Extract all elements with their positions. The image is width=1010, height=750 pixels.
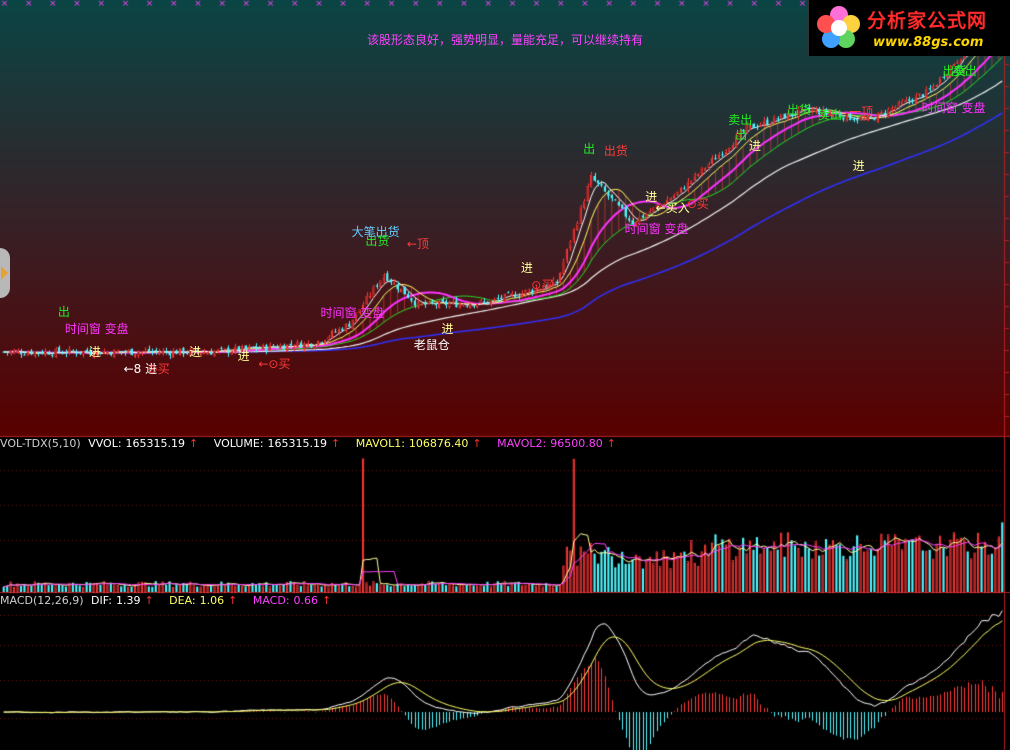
signal-label: ⊙买 <box>147 361 170 376</box>
dif-arrow-icon: ↑ <box>144 594 154 607</box>
signal-label: 时间窗 变盘 <box>624 222 689 237</box>
site-logo: 分析家公式网 www.88gs.com <box>808 0 1010 56</box>
signal-label: ←⊙买 <box>258 356 291 371</box>
vvol-arrow-icon: ↑ <box>189 437 199 450</box>
macd-arrow-icon: ↑ <box>322 594 332 607</box>
mavol2-label: MAVOL2: <box>497 437 547 450</box>
signal-label: 进 <box>520 261 533 276</box>
signal-label: ⊙买 <box>531 277 554 292</box>
signal-label: 出 <box>583 142 596 157</box>
dea-arrow-icon: ↑ <box>228 594 238 607</box>
vvol-label: VVOL: <box>88 437 122 450</box>
expand-panel-handle[interactable] <box>0 248 10 298</box>
vol-indicator-name: VOL-TDX(5,10) <box>0 437 81 450</box>
signal-label: 时间窗 变盘 <box>921 100 986 115</box>
signal-label: 出 <box>735 127 748 142</box>
mavol2-value: 96500.80 <box>550 437 603 450</box>
signal-label: 出货 <box>603 144 628 159</box>
signal-label: 出货 <box>365 234 390 249</box>
signal-label: 出 <box>57 304 70 319</box>
dif-label: DIF: <box>91 594 112 607</box>
signal-label: 进 <box>441 322 454 337</box>
signal-label: 一顶 <box>849 104 874 119</box>
volume-value: 165315.19 <box>267 437 328 450</box>
signal-label: ←买入 <box>655 200 690 215</box>
signal-label: 进 <box>89 344 102 359</box>
volume-header: VOL-TDX(5,10) VVOL: 165315.19 ↑ VOLUME: 165… <box>0 437 628 451</box>
logo-url: www.88gs.com <box>873 35 984 50</box>
dif-value: 1.39 <box>115 594 141 607</box>
signal-label: 卖出 <box>952 64 977 78</box>
signal-label: 进 <box>852 159 865 174</box>
mavol1-value: 106876.40 <box>408 437 469 450</box>
macd-value: 0.66 <box>293 594 319 607</box>
signal-label: 老鼠仓 <box>413 337 450 352</box>
mavol2-arrow-icon: ↑ <box>606 437 616 450</box>
macd-indicator-name: MACD(12,26,9) <box>0 594 84 607</box>
signal-label: 时间窗 变盘 <box>64 322 129 337</box>
signal-label: 出货 <box>786 102 811 117</box>
flower-icon <box>817 6 860 48</box>
mavol1-arrow-icon: ↑ <box>472 437 482 450</box>
volume-label: VOLUME: <box>213 437 264 450</box>
dea-value: 1.06 <box>199 594 225 607</box>
signal-label: 进 <box>189 344 202 359</box>
dea-label: DEA: <box>169 594 196 607</box>
macd-header: MACD(12,26,9) DIF: 1.39 ↑ DEA: 1.06 ↑ MACD: 0… <box>0 594 343 608</box>
macd-label: MACD: <box>252 594 290 607</box>
signal-label: 进 <box>748 139 761 154</box>
signal-label: ←顶 <box>406 236 429 251</box>
volume-arrow-icon: ↑ <box>331 437 341 450</box>
signal-label: 进 <box>237 349 250 364</box>
signal-label: ⊙买 <box>686 196 709 211</box>
vvol-value: 165315.19 <box>125 437 186 450</box>
logo-title: 分析家公式网 <box>867 10 988 32</box>
signal-label: 卖出 <box>818 107 843 122</box>
signal-label: 时间窗 变盘 <box>320 305 385 320</box>
mavol1-label: MAVOL1: <box>355 437 405 450</box>
